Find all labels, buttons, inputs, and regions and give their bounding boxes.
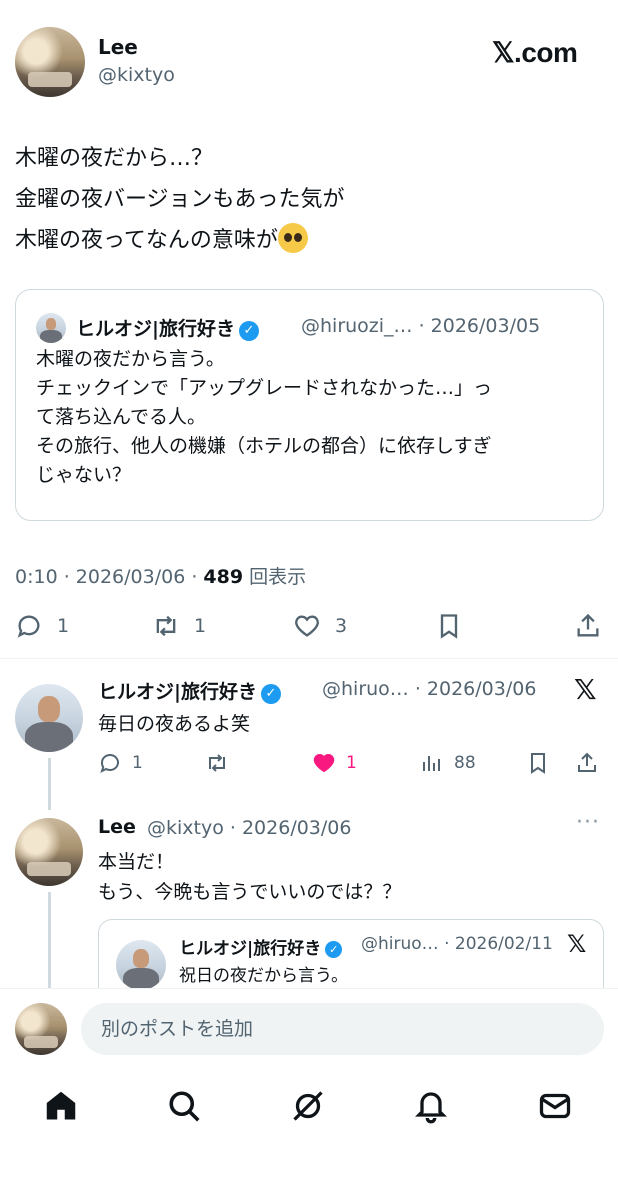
- bookmark-icon: [440, 614, 458, 639]
- bookmark-icon: [531, 753, 545, 774]
- reply-text: 本当だ！ もう、今晩も言うでいいのでは？？: [98, 847, 401, 907]
- quoted-author-name: ヒルオジ|旅行好き ✓: [179, 934, 343, 959]
- notifications-icon: [415, 1092, 447, 1124]
- quoted-meta: @hiruo… · 2026/02/11: [361, 934, 553, 954]
- author-handle[interactable]: @kixtyo: [98, 64, 175, 86]
- post-line: 木曜の夜ってなんの意味が: [15, 220, 605, 261]
- reply-bookmark-button[interactable]: [526, 751, 550, 775]
- grok-icon: [293, 1091, 323, 1121]
- heart-icon: [295, 615, 319, 637]
- divider: [0, 658, 618, 659]
- pleading-face-emoji-icon: [277, 223, 308, 253]
- reply-author-name[interactable]: ヒルオジ|旅行好き ✓: [98, 677, 281, 704]
- home-icon: [46, 1091, 76, 1120]
- x-logo: 𝕏.com: [492, 37, 578, 68]
- analytics-icon: [423, 756, 440, 771]
- reply-count: 1: [57, 615, 70, 637]
- view-count: 88: [454, 753, 476, 773]
- bookmark-button[interactable]: [435, 612, 463, 640]
- like-button[interactable]: 3: [293, 612, 347, 640]
- x-logo-icon: 𝕏: [574, 673, 597, 706]
- like-count: 1: [346, 753, 357, 773]
- author-avatar[interactable]: [15, 27, 85, 97]
- quoted-meta: @hiruozi_… · 2026/03/05: [301, 315, 541, 337]
- reply-meta: @hiruo… · 2026/03/06: [322, 678, 537, 700]
- reply-analytics-button[interactable]: 88: [420, 751, 476, 775]
- reply-line: もう、今晩も言うでいいのでは？？: [98, 881, 402, 903]
- reply-text: 毎日の夜あるよ笑: [98, 713, 251, 735]
- reply-share-button[interactable]: [575, 751, 599, 775]
- reply-icon: [17, 615, 40, 638]
- nav-grok[interactable]: [290, 1088, 330, 1128]
- x-logo-icon: 𝕏: [567, 930, 587, 958]
- quoted-line: て落ち込んでる人。: [36, 406, 207, 428]
- reply-author-name[interactable]: Lee: [98, 816, 136, 838]
- verified-badge-icon: ✓: [260, 684, 281, 704]
- nav-search[interactable]: [166, 1088, 206, 1128]
- add-post-input[interactable]: [81, 1003, 604, 1055]
- reply-author-avatar[interactable]: [15, 818, 83, 886]
- author-name[interactable]: Lee: [98, 35, 138, 59]
- reply-line: 本当だ！: [98, 851, 175, 873]
- quoted-text: 祝日の夜だから言う。: [179, 966, 348, 986]
- reply-repost-button[interactable]: [205, 751, 229, 775]
- repost-icon: [156, 615, 176, 637]
- share-icon: [578, 752, 596, 772]
- quoted-line: 木曜の夜だから言う。: [36, 348, 225, 370]
- heart-filled-icon: [313, 753, 335, 773]
- repost-button[interactable]: 1: [152, 612, 206, 640]
- reply-reply-button[interactable]: 1: [98, 751, 143, 775]
- post-line: 木曜の夜だから…？: [15, 146, 214, 171]
- reply-icon: [100, 754, 119, 773]
- view-count: 489: [203, 566, 244, 588]
- repost-icon: [209, 754, 225, 772]
- reply-meta: @kixtyo · 2026/03/06: [147, 817, 352, 839]
- search-icon: [169, 1091, 200, 1122]
- post-text: 木曜の夜だから…？ 金曜の夜バージョンもあった気が 木曜の夜ってなんの意味が: [15, 138, 605, 261]
- quoted-post[interactable]: ヒルオジ|旅行好き ✓ @hiruozi_… · 2026/03/05 木曜の夜だ…: [15, 289, 604, 521]
- quoted-line: その旅行、他人の機嫌（ホテルの都合）に依存しすぎ: [36, 435, 492, 457]
- share-icon: [577, 613, 599, 637]
- nav-home[interactable]: [43, 1088, 83, 1128]
- quoted-post[interactable]: ヒルオジ|旅行好き ✓ @hiruo… · 2026/02/11 𝕏 祝日の夜だか…: [98, 919, 604, 999]
- current-user-avatar: [15, 1003, 67, 1055]
- reply-author-avatar[interactable]: [15, 684, 83, 752]
- messages-icon: [539, 1093, 571, 1119]
- thread-line: [48, 892, 51, 992]
- like-count: 3: [335, 615, 348, 637]
- reply-like-button[interactable]: 1: [312, 751, 357, 775]
- nav-messages[interactable]: [537, 1088, 577, 1128]
- verified-badge-icon: ✓: [325, 941, 343, 958]
- share-button[interactable]: [574, 612, 602, 640]
- quoted-author-name: ヒルオジ|旅行好き ✓: [76, 314, 259, 341]
- verified-badge-icon: ✓: [238, 321, 259, 341]
- reply-count: 1: [132, 753, 143, 773]
- quoted-line: じゃない？: [36, 464, 132, 486]
- quoted-author-avatar: [36, 313, 66, 343]
- post-timestamp: 0:10 · 2026/03/06 · 489 回表示: [15, 566, 307, 588]
- nav-notifications[interactable]: [413, 1088, 453, 1128]
- quoted-text: 木曜の夜だから言う。 チェックインで「アップグレードされなかった…」っ て落ち込…: [36, 345, 596, 490]
- more-options-icon[interactable]: ···: [576, 810, 600, 835]
- repost-count: 1: [194, 615, 207, 637]
- quoted-author-avatar: [116, 940, 166, 990]
- post-line: 金曜の夜バージョンもあった気が: [15, 187, 345, 212]
- thread-line: [48, 758, 51, 810]
- quoted-line: チェックインで「アップグレードされなかった…」っ: [36, 377, 493, 399]
- reply-button[interactable]: 1: [15, 612, 69, 640]
